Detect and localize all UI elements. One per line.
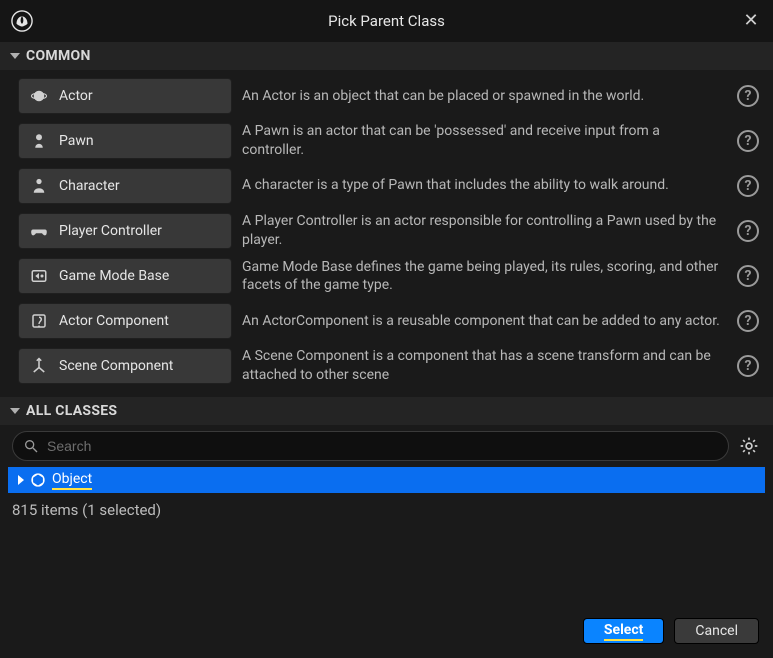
window-title: Pick Parent Class (34, 12, 739, 30)
tree-item-object[interactable]: Object (8, 467, 765, 493)
player-controller-label: Player Controller (59, 223, 162, 239)
help-icon[interactable]: ? (737, 355, 759, 377)
game-mode-base-label: Game Mode Base (59, 268, 169, 284)
character-label: Character (59, 178, 120, 194)
scene-component-button[interactable]: Scene Component (18, 348, 232, 384)
pawn-label: Pawn (59, 133, 94, 149)
common-row: Player Controller A Player Controller is… (18, 212, 759, 250)
common-row: Character A character is a type of Pawn … (18, 168, 759, 204)
common-row: Game Mode Base Game Mode Base defines th… (18, 258, 759, 296)
cancel-button[interactable]: Cancel (674, 618, 759, 644)
search-wrap (12, 431, 729, 461)
pawn-desc: A Pawn is an actor that can be 'possesse… (242, 122, 727, 160)
scene-component-icon (29, 356, 49, 376)
all-classes-section-label: ALL CLASSES (26, 403, 117, 419)
common-section-header[interactable]: COMMON (0, 42, 773, 70)
common-row: Actor An Actor is an object that can be … (18, 78, 759, 114)
actor-component-desc: An ActorComponent is a reusable componen… (242, 312, 727, 331)
spacer (0, 523, 773, 608)
chevron-down-icon (10, 408, 20, 414)
actor-component-icon (29, 311, 49, 331)
status-text: 815 items (1 selected) (0, 493, 773, 523)
pawn-icon (29, 131, 49, 151)
pawn-button[interactable]: Pawn (18, 123, 232, 159)
chevron-down-icon (10, 53, 20, 59)
settings-icon[interactable] (737, 434, 761, 458)
object-icon (30, 472, 46, 488)
actor-component-label: Actor Component (59, 313, 169, 329)
chevron-right-icon (18, 475, 24, 485)
controller-icon (29, 221, 49, 241)
cancel-button-label: Cancel (695, 623, 738, 639)
game-mode-base-desc: Game Mode Base defines the game being pl… (242, 258, 727, 296)
titlebar: Pick Parent Class ✕ (0, 0, 773, 42)
help-icon[interactable]: ? (737, 220, 759, 242)
common-row: Actor Component An ActorComponent is a r… (18, 303, 759, 339)
player-controller-desc: A Player Controller is an actor responsi… (242, 212, 727, 250)
common-row: Scene Component A Scene Component is a c… (18, 347, 759, 385)
unreal-logo-icon (10, 9, 34, 33)
common-section-label: COMMON (26, 48, 91, 64)
help-icon[interactable]: ? (737, 130, 759, 152)
gamemode-icon (29, 266, 49, 286)
help-icon[interactable]: ? (737, 175, 759, 197)
dialog-window: Pick Parent Class ✕ COMMON Actor An Acto… (0, 0, 773, 658)
select-button-label: Select (604, 622, 643, 641)
actor-desc: An Actor is an object that can be placed… (242, 87, 727, 106)
search-input[interactable] (47, 438, 718, 454)
actor-button[interactable]: Actor (18, 78, 232, 114)
close-icon[interactable]: ✕ (739, 9, 763, 33)
help-icon[interactable]: ? (737, 85, 759, 107)
player-controller-button[interactable]: Player Controller (18, 213, 232, 249)
select-button[interactable]: Select (583, 618, 664, 644)
scene-component-desc: A Scene Component is a component that ha… (242, 347, 727, 385)
help-icon[interactable]: ? (737, 265, 759, 287)
all-classes-section-header[interactable]: ALL CLASSES (0, 397, 773, 425)
character-icon (29, 176, 49, 196)
game-mode-base-button[interactable]: Game Mode Base (18, 258, 232, 294)
actor-component-button[interactable]: Actor Component (18, 303, 232, 339)
help-icon[interactable]: ? (737, 310, 759, 332)
common-list: Actor An Actor is an object that can be … (0, 70, 773, 397)
actor-icon (29, 86, 49, 106)
footer: Select Cancel (0, 608, 773, 658)
character-desc: A character is a type of Pawn that inclu… (242, 176, 727, 195)
actor-label: Actor (59, 88, 93, 104)
tree-item-label: Object (52, 471, 92, 490)
search-row (0, 425, 773, 467)
character-button[interactable]: Character (18, 168, 232, 204)
scene-component-label: Scene Component (59, 358, 173, 374)
common-row: Pawn A Pawn is an actor that can be 'pos… (18, 122, 759, 160)
search-icon (23, 438, 39, 454)
